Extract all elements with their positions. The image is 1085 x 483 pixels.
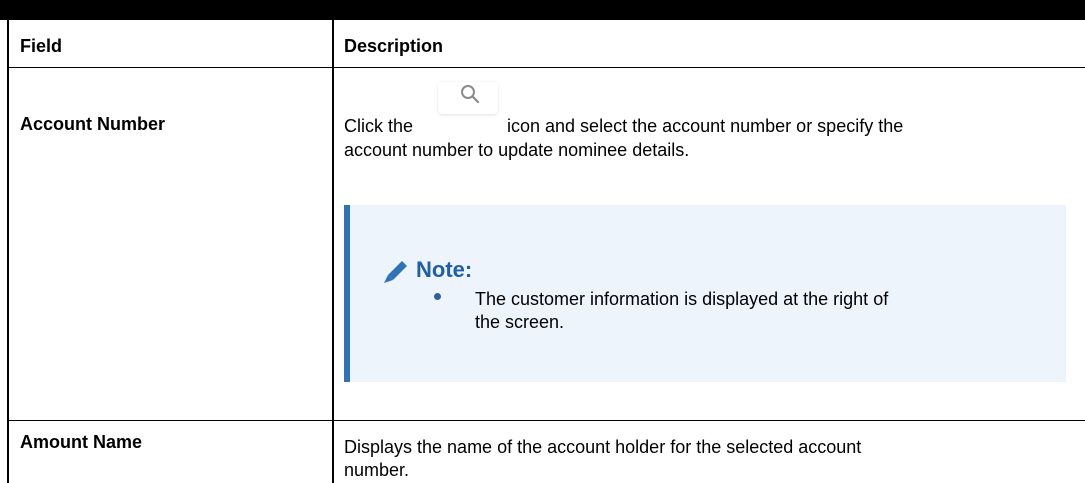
description-text: icon and select the account number or sp… [507, 116, 904, 136]
search-icon [461, 85, 480, 104]
column-header-field: Field [20, 36, 63, 56]
note-accent-stripe [344, 205, 350, 382]
note-title: Note: [416, 257, 473, 282]
row-divider [7, 420, 1085, 421]
description-text: Click the [344, 116, 414, 136]
column-divider [332, 20, 334, 483]
bullet-icon [434, 293, 441, 300]
header-divider [7, 67, 1085, 68]
description-text: account number to update nominee details… [344, 140, 690, 160]
pencil-icon [384, 261, 407, 283]
description-text: Displays the name of the account holder … [344, 437, 862, 457]
field-amount-name: Amount Name [20, 432, 143, 452]
table-left-border [7, 20, 9, 483]
column-header-description: Description [344, 36, 444, 56]
description-text: number. [344, 460, 410, 480]
field-account-number: Account Number [20, 114, 166, 134]
table-top-border [0, 0, 1085, 20]
search-icon-button[interactable] [438, 82, 498, 114]
note-box: Note: The customer information is displa… [344, 205, 1066, 382]
note-bullet-text: The customer information is displayed at… [475, 289, 889, 332]
